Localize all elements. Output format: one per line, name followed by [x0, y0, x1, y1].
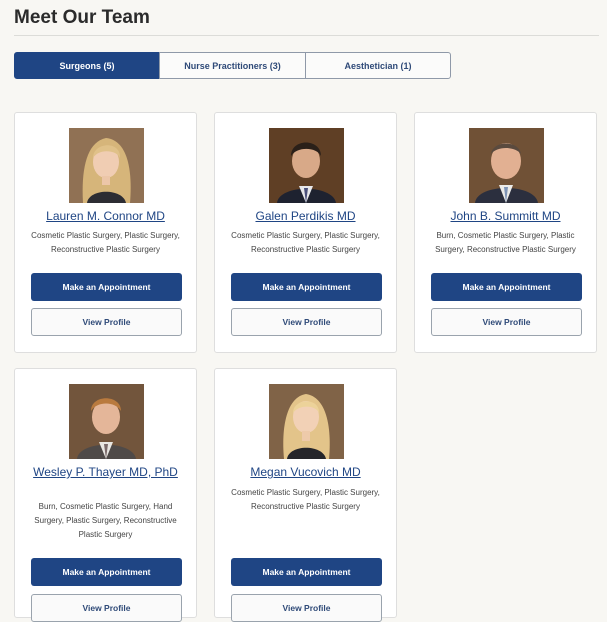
make-appointment-button[interactable]: Make an Appointment: [431, 273, 582, 301]
doctor-card: Megan Vucovich MD Cosmetic Plastic Surge…: [214, 368, 397, 622]
doctor-name[interactable]: John B. Summitt MD: [423, 209, 588, 224]
doctor-photo: [69, 384, 144, 459]
make-appointment-button[interactable]: Make an Appointment: [231, 558, 382, 586]
doctor-name[interactable]: Wesley P. Thayer MD, PhD: [23, 465, 188, 480]
make-appointment-button[interactable]: Make an Appointment: [31, 273, 182, 301]
view-profile-button[interactable]: View Profile: [31, 308, 182, 336]
doctor-card: Galen Perdikis MD Cosmetic Plastic Surge…: [214, 112, 397, 353]
page-title: Meet Our Team: [14, 7, 150, 28]
doctor-photo: [269, 128, 344, 203]
doctor-photo: [469, 128, 544, 203]
doctor-specialties: Cosmetic Plastic Surgery, Plastic Surger…: [231, 231, 380, 254]
view-profile-button[interactable]: View Profile: [31, 594, 182, 622]
doctor-specialties: Cosmetic Plastic Surgery, Plastic Surger…: [231, 488, 380, 511]
view-profile-button[interactable]: View Profile: [231, 308, 382, 336]
tab-nurse-practitioners[interactable]: Nurse Practitioners (3): [159, 52, 306, 79]
view-profile-button[interactable]: View Profile: [231, 594, 382, 622]
tab-surgeons[interactable]: Surgeons (5): [14, 52, 160, 79]
doctor-name[interactable]: Megan Vucovich MD: [223, 465, 388, 480]
doctor-card: John B. Summitt MD Burn, Cosmetic Plasti…: [414, 112, 597, 353]
doctor-name[interactable]: Galen Perdikis MD: [223, 209, 388, 224]
make-appointment-button[interactable]: Make an Appointment: [231, 273, 382, 301]
doctor-card: Lauren M. Connor MD Cosmetic Plastic Sur…: [14, 112, 197, 353]
title-divider: [14, 35, 599, 36]
make-appointment-button[interactable]: Make an Appointment: [31, 558, 182, 586]
view-profile-button[interactable]: View Profile: [431, 308, 582, 336]
doctor-specialties: Cosmetic Plastic Surgery, Plastic Surger…: [31, 231, 180, 254]
tab-aesthetician[interactable]: Aesthetician (1): [305, 52, 451, 79]
doctor-specialties: Burn, Cosmetic Plastic Surgery, Plastic …: [435, 231, 576, 254]
doctor-card: Wesley P. Thayer MD, PhD Burn, Cosmetic …: [14, 368, 197, 622]
team-tabs: Surgeons (5) Nurse Practitioners (3) Aes…: [14, 52, 451, 79]
doctor-photo: [69, 128, 144, 203]
doctor-specialties: Burn, Cosmetic Plastic Surgery, Hand Sur…: [34, 502, 177, 539]
doctor-photo: [269, 384, 344, 459]
doctor-name[interactable]: Lauren M. Connor MD: [23, 209, 188, 224]
